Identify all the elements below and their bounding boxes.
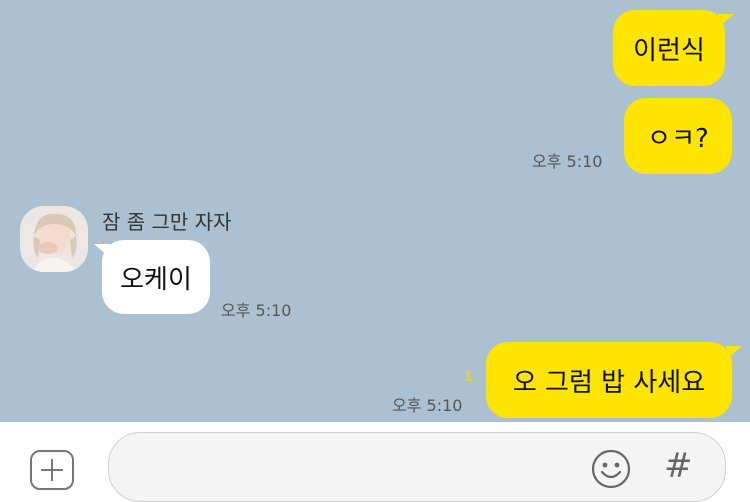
plus-icon[interactable] bbox=[30, 450, 74, 490]
message-time: 오후 5:10 bbox=[392, 396, 463, 415]
message-time: 오후 5:10 bbox=[532, 152, 603, 171]
unread-count: 1 bbox=[464, 369, 473, 385]
avatar-image bbox=[20, 206, 88, 272]
message-text: 오 그럼 밥 사세요 bbox=[512, 367, 706, 398]
message-bubble-sent[interactable]: 이런식 bbox=[613, 10, 725, 86]
message-input-bar: # bbox=[0, 422, 750, 502]
message-input[interactable] bbox=[108, 432, 726, 502]
bubble-tail bbox=[94, 244, 110, 258]
hashtag-icon[interactable]: # bbox=[664, 446, 693, 486]
message-bubble-received[interactable]: 오케이 bbox=[102, 240, 210, 314]
bubble-tail bbox=[718, 14, 734, 28]
message-bubble-sent[interactable]: 오 그럼 밥 사세요 bbox=[486, 342, 732, 418]
message-time: 오후 5:10 bbox=[221, 301, 292, 320]
message-text: 오케이 bbox=[120, 264, 192, 295]
bubble-tail bbox=[726, 346, 742, 360]
message-bubble-sent[interactable]: ㅇㅋ? bbox=[624, 98, 732, 174]
message-text: ㅇㅋ? bbox=[647, 123, 709, 154]
emoji-icon[interactable] bbox=[590, 448, 632, 490]
avatar[interactable] bbox=[20, 206, 88, 272]
sender-name: 잠 좀 그만 자자 bbox=[102, 210, 232, 234]
message-text: 이런식 bbox=[633, 35, 705, 66]
